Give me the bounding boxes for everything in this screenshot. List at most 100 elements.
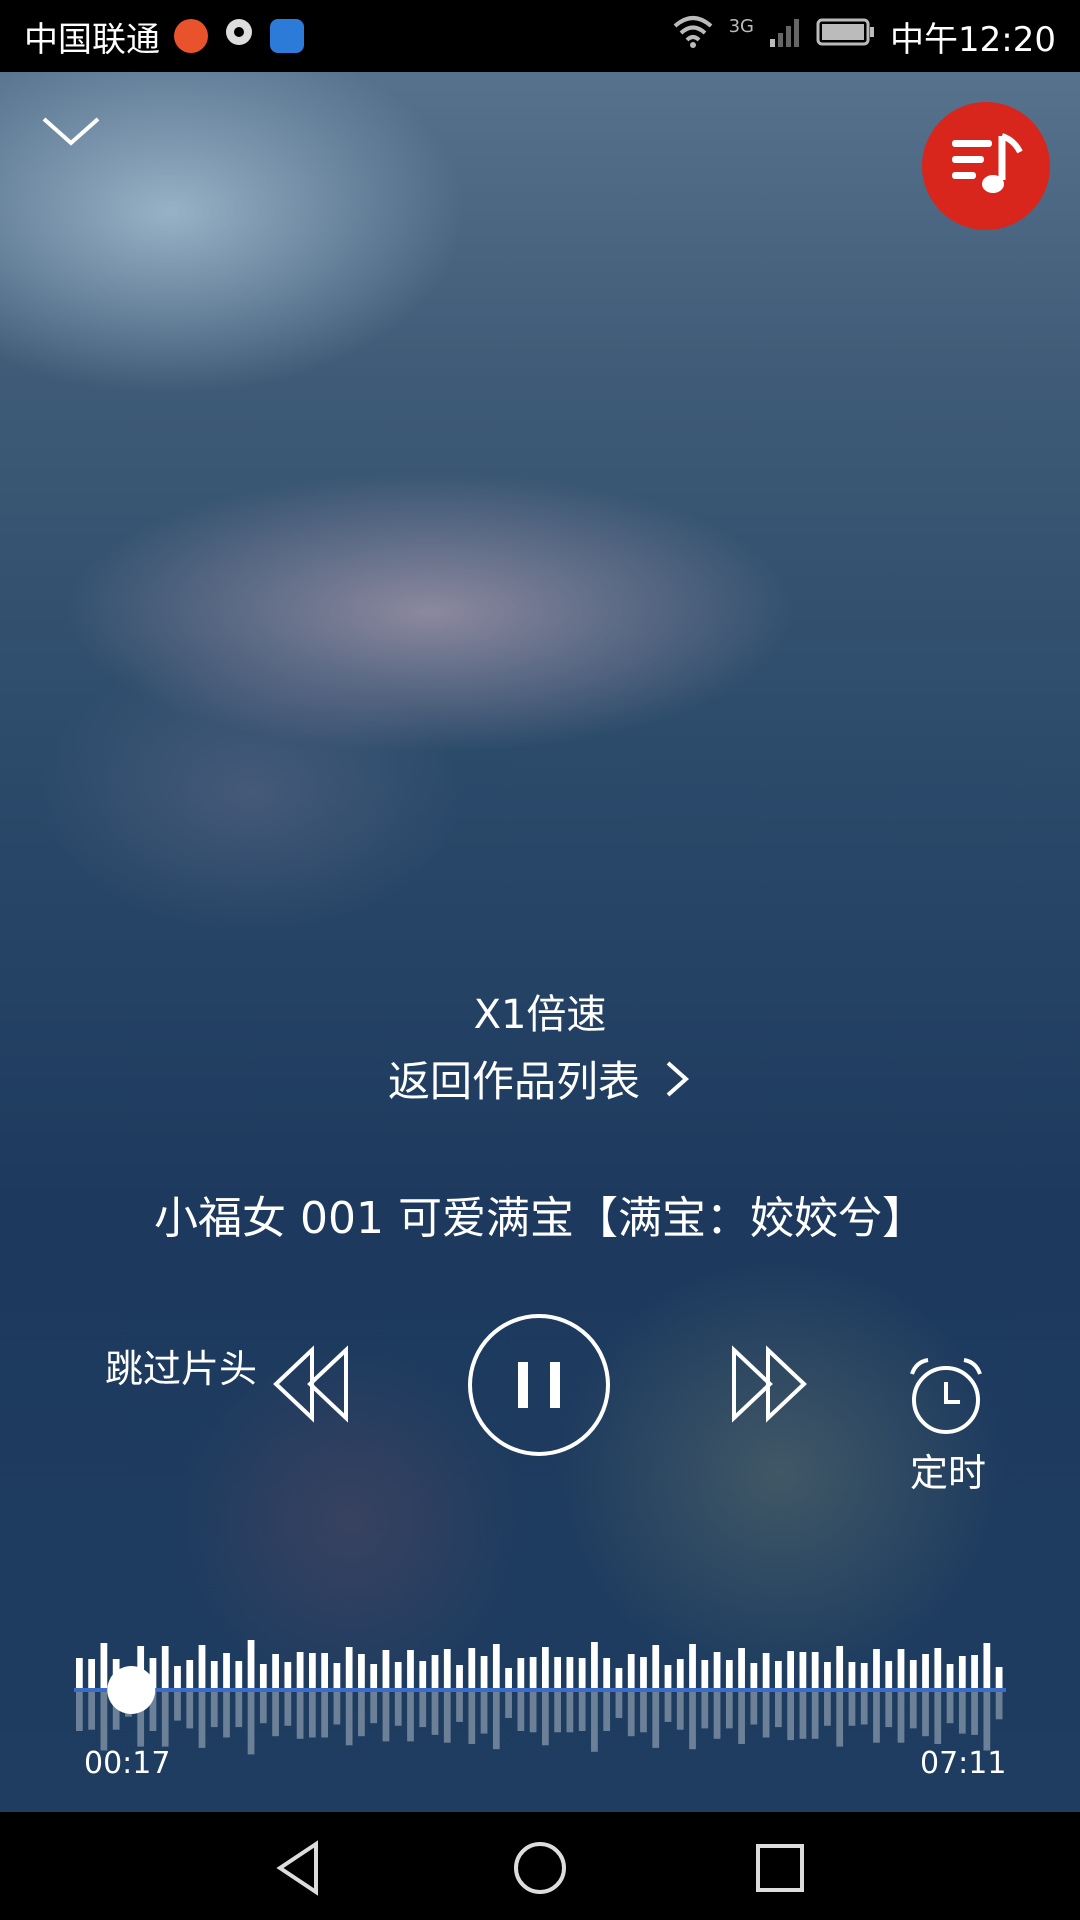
waveform-bar	[811, 1652, 819, 1688]
waveform-bar	[443, 1649, 451, 1688]
waveform-bar	[235, 1661, 243, 1688]
waveform-reflection-bar	[640, 1692, 647, 1733]
waveform-reflection-bar	[995, 1692, 1003, 1720]
back-to-list-link[interactable]: 返回作品列表	[0, 1048, 1080, 1109]
waveform-reflection-bar	[983, 1692, 991, 1751]
waveform-reflection-bar	[284, 1692, 292, 1726]
waveform-bar	[358, 1654, 365, 1688]
waveform-reflection-bar	[505, 1692, 512, 1718]
back-to-list-label: 返回作品列表	[387, 1057, 640, 1106]
home-nav-button[interactable]	[510, 1838, 570, 1898]
waveform-bar	[958, 1656, 966, 1688]
waveform-reflection-bar	[296, 1692, 304, 1739]
playback-speed-button[interactable]: X1倍速	[0, 982, 1080, 1040]
waveform-reflection-bar	[529, 1692, 537, 1733]
waveform-bar	[554, 1657, 562, 1688]
waveform-bar	[676, 1659, 684, 1688]
waveform-reflection-bar	[480, 1692, 488, 1734]
waveform-reflection-bar	[750, 1692, 758, 1725]
waveform-bar	[247, 1640, 255, 1688]
waveform-reflection-bar	[198, 1692, 206, 1748]
collapse-button[interactable]	[38, 105, 104, 155]
waveform-reflection-bar	[652, 1692, 660, 1748]
waveform-reflection-bar	[873, 1692, 880, 1743]
wifi-icon	[671, 14, 715, 59]
skip-intro-button[interactable]: 跳过片头	[105, 1338, 257, 1393]
waveform-bar	[799, 1652, 807, 1688]
progress-thumb[interactable]	[107, 1666, 156, 1714]
waveform-reflection-bar	[578, 1692, 586, 1731]
waveform-bar	[542, 1647, 549, 1688]
waveform-reflection-bar	[370, 1692, 378, 1724]
chevron-down-icon	[42, 117, 100, 146]
waveform-bar	[456, 1665, 463, 1688]
waveform-reflection-bar	[615, 1692, 623, 1718]
waveform-reflection-bar	[958, 1692, 966, 1734]
waveform-bar	[370, 1664, 378, 1688]
waveform-bar	[210, 1661, 218, 1688]
waveform-reflection-bar	[394, 1692, 402, 1726]
rewind-button[interactable]	[272, 1344, 352, 1424]
fast-forward-icon	[732, 1345, 807, 1423]
waveform-bar	[860, 1663, 868, 1688]
waveform-reflection-bar	[824, 1692, 831, 1726]
waveform-progress-bar[interactable]	[74, 1622, 1006, 1756]
total-time: 07:11	[920, 1746, 1007, 1781]
waveform-reflection-bar	[443, 1692, 451, 1743]
waveform-bar	[627, 1654, 635, 1688]
waveform-bar	[76, 1658, 83, 1688]
waveform-bar	[603, 1658, 611, 1688]
waveform-bar	[100, 1643, 108, 1688]
waveform-bar	[640, 1657, 647, 1688]
waveform-reflection-bar	[701, 1692, 709, 1729]
waveform-reflection-bar	[946, 1692, 954, 1724]
waveform-reflection-bar	[627, 1692, 635, 1737]
pause-button[interactable]	[466, 1312, 612, 1458]
timer-label: 定时	[909, 1451, 986, 1495]
home-circle-icon	[514, 1842, 566, 1894]
waveform-reflection-bar	[922, 1692, 929, 1737]
waveform-reflection-bar	[811, 1692, 819, 1739]
waveform-bar	[566, 1657, 574, 1688]
playlist-button[interactable]	[922, 102, 1050, 230]
waveform-bar	[223, 1653, 230, 1688]
waveform-reflection-bar	[566, 1692, 574, 1733]
waveform-bar	[468, 1648, 476, 1688]
alarm-clock-icon	[910, 1358, 982, 1434]
back-nav-button[interactable]	[270, 1838, 330, 1898]
progress-track	[74, 1688, 1006, 1692]
timer-button[interactable]	[906, 1356, 986, 1436]
waveform-bar	[517, 1658, 525, 1688]
waveform-bar	[309, 1653, 316, 1688]
pause-icon	[468, 1314, 610, 1456]
recents-square-icon	[756, 1844, 804, 1892]
waveform-bar	[296, 1652, 304, 1688]
waveform-reflection-bar	[100, 1692, 108, 1751]
waveform-reflection-bar	[161, 1692, 169, 1747]
waveform-bar	[88, 1659, 96, 1688]
fast-forward-button[interactable]	[728, 1344, 808, 1424]
waveform-reflection-bar	[787, 1692, 795, 1741]
waveform-reflection-bar	[419, 1692, 427, 1728]
waveform-reflection-bar	[88, 1692, 96, 1730]
waveform-reflection-bar	[689, 1692, 696, 1750]
waveform-reflection-bar	[860, 1692, 868, 1725]
waveform-bar	[529, 1657, 537, 1688]
waveform-reflection-bar	[309, 1692, 316, 1738]
waveform-bar	[284, 1662, 292, 1688]
waveform-reflection-bar	[210, 1692, 218, 1728]
waveform-bar	[922, 1654, 929, 1688]
waveform-bar	[492, 1644, 500, 1688]
waveform-bar	[505, 1668, 512, 1688]
recents-nav-button[interactable]	[750, 1838, 810, 1898]
waveform-bar	[431, 1655, 439, 1688]
app-notification-icon	[174, 19, 208, 53]
waveform-reflection-bar	[591, 1692, 598, 1752]
waveform-reflection-bar	[848, 1692, 856, 1726]
waveform-bar	[775, 1661, 782, 1688]
waveform-bar	[259, 1664, 267, 1688]
waveform-bar	[345, 1647, 353, 1688]
waveform-reflection-bar	[186, 1692, 194, 1729]
waveform-bar	[762, 1653, 770, 1688]
waveform-reflection-bar	[492, 1692, 500, 1750]
